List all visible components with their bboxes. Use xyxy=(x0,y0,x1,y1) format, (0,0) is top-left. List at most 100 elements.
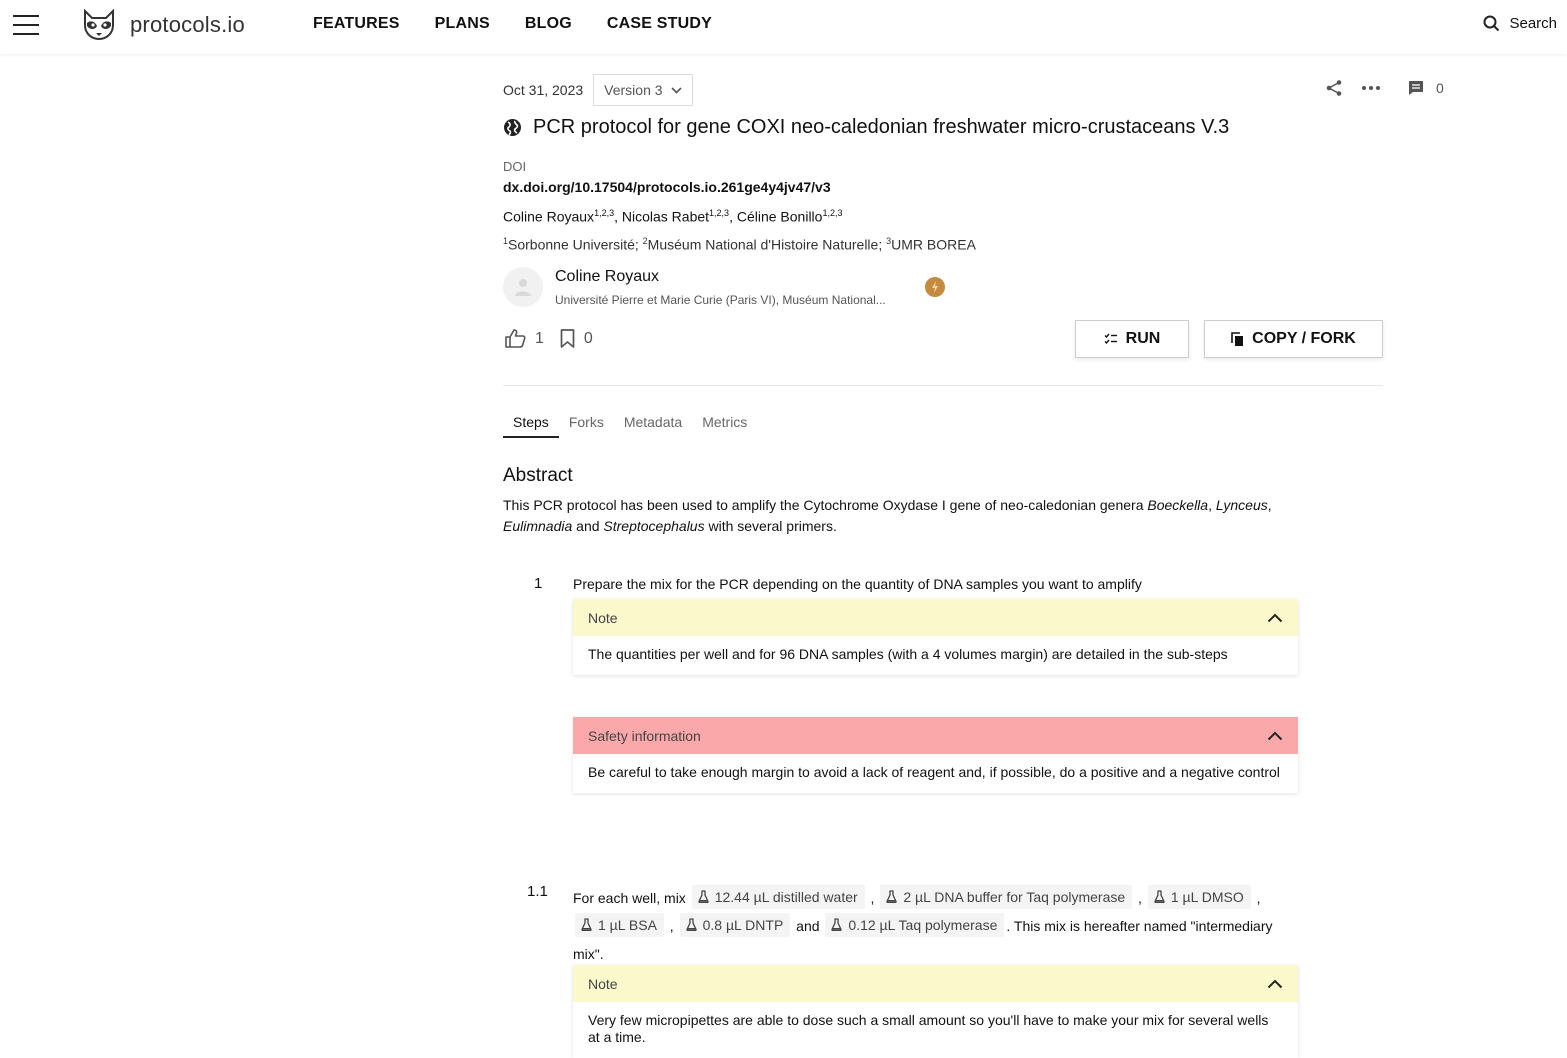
reagent-label: 1 µL DMSO xyxy=(1170,888,1244,905)
reagent-chip[interactable]: 0.8 µL DNTP xyxy=(679,912,791,937)
genus-name: Eulimnadia xyxy=(503,518,573,534)
author-card-name[interactable]: Coline Royaux xyxy=(555,268,659,286)
raccoon-logo-icon xyxy=(84,9,114,41)
abstract-separator: , xyxy=(1208,497,1216,513)
reagent-chip[interactable]: 1 µL DMSO xyxy=(1147,884,1251,909)
note-callout-title: Note xyxy=(588,609,618,626)
safety-callout-body: Be careful to take enough margin to avoi… xyxy=(588,764,1280,780)
reagent-chip[interactable]: 2 µL DNA buffer for Taq polymerase xyxy=(880,884,1133,909)
flask-icon xyxy=(1154,890,1165,903)
step-text: For each well, mix 12.44 µL distilled wa… xyxy=(573,884,1293,968)
reagent-label: 0.8 µL DNTP xyxy=(702,916,784,933)
step-number: 1 xyxy=(534,575,543,592)
bookmark-button[interactable]: 0 xyxy=(560,329,593,348)
note-callout-body: Very few micropipettes are able to dose … xyxy=(588,1012,1269,1045)
reagent-chip[interactable]: 0.12 µL Taq polymerase xyxy=(825,912,1005,937)
author-card-institution: Université Pierre et Marie Curie (Paris … xyxy=(555,293,886,307)
publication-date: Oct 31, 2023 xyxy=(503,82,584,98)
version-label: Version 3 xyxy=(604,82,663,98)
brand-logo[interactable]: protocols.io xyxy=(82,8,245,42)
run-label: RUN xyxy=(1125,330,1161,347)
like-count: 1 xyxy=(535,329,544,347)
top-navigation-bar: protocols.io FEATURES PLANS BLOG CASE ST… xyxy=(0,0,1567,54)
avatar[interactable] xyxy=(503,267,543,307)
brand-name: protocols.io xyxy=(130,12,245,37)
safety-callout-header[interactable]: Safety information xyxy=(573,717,1298,754)
reagent-chip[interactable]: 12.44 µL distilled water xyxy=(691,884,865,909)
copy-icon xyxy=(1231,331,1244,346)
abstract-heading: Abstract xyxy=(503,465,573,486)
note-callout-title: Note xyxy=(588,975,618,992)
author-affiliation-index: 1,2,3 xyxy=(709,208,730,218)
author-name[interactable]: Nicolas Rabet xyxy=(622,209,709,225)
note-callout: Note The quantities per well and for 96 … xyxy=(573,599,1298,675)
protocol-meta-row: Oct 31, 2023 Version 3 xyxy=(503,74,693,106)
globe-icon xyxy=(504,119,521,136)
search-button[interactable]: Search xyxy=(1483,15,1557,32)
reagent-chip[interactable]: 1 µL BSA xyxy=(575,912,664,937)
author-separator: , xyxy=(614,208,622,225)
more-options-icon[interactable] xyxy=(1361,85,1381,91)
doi-label: DOI xyxy=(503,159,527,174)
note-callout-header[interactable]: Note xyxy=(573,599,1298,636)
author-list: Coline Royaux1,2,3, Nicolas Rabet1,2,3, … xyxy=(503,208,842,225)
engagement-stats: 1 0 xyxy=(505,329,609,348)
protocol-title-text: PCR protocol for gene COXI neo-caledonia… xyxy=(533,116,1230,138)
chevron-up-icon[interactable] xyxy=(1267,979,1283,989)
chevron-up-icon[interactable] xyxy=(1267,731,1283,741)
tab-metrics[interactable]: Metrics xyxy=(692,414,757,438)
share-icon[interactable] xyxy=(1325,79,1343,97)
note-callout: Note Very few micropipettes are able to … xyxy=(573,965,1298,1058)
menu-icon[interactable] xyxy=(13,14,39,36)
author-card[interactable]: Coline Royaux Université Pierre et Marie… xyxy=(503,267,886,307)
abstract-text-part: This PCR protocol has been used to ampli… xyxy=(503,497,1148,513)
author-name[interactable]: Coline Royaux xyxy=(503,209,594,225)
nav-blog[interactable]: BLOG xyxy=(525,15,572,33)
note-callout-body: The quantities per well and for 96 DNA s… xyxy=(588,646,1228,662)
separator: , xyxy=(1252,890,1261,906)
run-button[interactable]: RUN xyxy=(1075,320,1189,358)
safety-callout: Safety information Be careful to take en… xyxy=(573,717,1298,793)
affiliation-name: UMR BOREA xyxy=(891,236,976,253)
step-text-part: For each well, mix xyxy=(573,890,690,906)
step-number: 1.1 xyxy=(527,883,548,900)
flask-icon xyxy=(831,918,843,931)
chevron-down-icon xyxy=(670,86,682,94)
like-button[interactable]: 1 xyxy=(505,329,544,348)
step-text: Prepare the mix for the PCR depending on… xyxy=(573,576,1142,592)
contributor-badge-icon xyxy=(925,277,945,297)
tab-metadata[interactable]: Metadata xyxy=(614,414,692,438)
nav-case-study[interactable]: CASE STUDY xyxy=(607,15,712,33)
main-nav: FEATURES PLANS BLOG CASE STUDY xyxy=(313,15,747,33)
tab-forks[interactable]: Forks xyxy=(559,414,614,438)
comment-icon xyxy=(1409,81,1423,95)
affiliation-name: Muséum National d'Histoire Naturelle; xyxy=(647,236,887,253)
affiliation-name: Sorbonne Université; xyxy=(508,236,643,253)
protocol-actions: 0 xyxy=(1325,79,1444,97)
checklist-icon xyxy=(1104,333,1117,345)
note-callout-header[interactable]: Note xyxy=(573,965,1298,1002)
author-separator: , xyxy=(729,208,737,225)
affiliation-list: 1Sorbonne Université; 2Muséum National d… xyxy=(503,236,976,253)
abstract-separator: and xyxy=(572,518,604,534)
nav-plans[interactable]: PLANS xyxy=(435,15,490,33)
search-label: Search xyxy=(1509,15,1557,32)
chevron-up-icon[interactable] xyxy=(1267,613,1283,623)
reagent-label: 0.12 µL Taq polymerase xyxy=(848,916,998,933)
abstract-text: This PCR protocol has been used to ampli… xyxy=(503,495,1343,537)
protocol-title: PCR protocol for gene COXI neo-caledonia… xyxy=(503,116,1229,139)
comments-button[interactable]: 0 xyxy=(1408,80,1444,96)
tab-steps[interactable]: Steps xyxy=(503,414,559,438)
search-icon xyxy=(1483,15,1500,32)
safety-callout-title: Safety information xyxy=(588,727,701,744)
version-dropdown[interactable]: Version 3 xyxy=(593,74,693,106)
separator: , xyxy=(665,918,678,934)
doi-link[interactable]: dx.doi.org/10.17504/protocols.io.261ge4y… xyxy=(503,179,831,195)
protocol-tabs: Steps Forks Metadata Metrics xyxy=(503,414,757,438)
separator: and xyxy=(792,918,824,934)
nav-features[interactable]: FEATURES xyxy=(313,15,400,33)
author-name[interactable]: Céline Bonillo xyxy=(737,209,823,225)
copy-fork-button[interactable]: COPY / FORK xyxy=(1204,320,1383,358)
reagent-label: 12.44 µL distilled water xyxy=(714,888,858,905)
reagent-label: 1 µL BSA xyxy=(598,916,657,933)
